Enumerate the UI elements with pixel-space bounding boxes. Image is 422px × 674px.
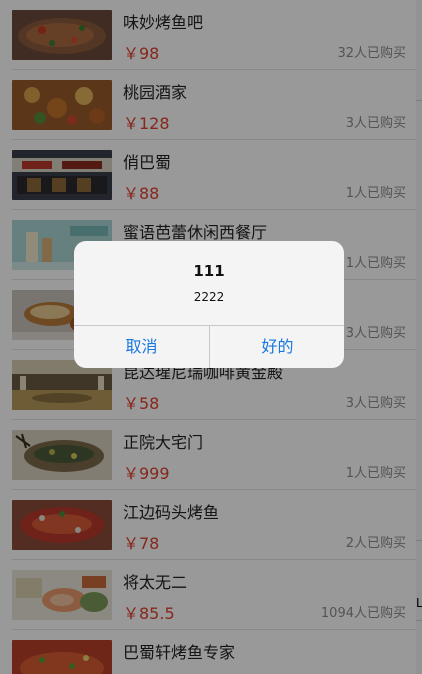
alert-dialog: 111 2222 取消 好的 bbox=[74, 241, 344, 368]
alert-title: 111 bbox=[193, 262, 225, 280]
alert-message: 2222 bbox=[193, 290, 225, 304]
ok-button[interactable]: 好的 bbox=[210, 326, 344, 368]
cancel-button[interactable]: 取消 bbox=[74, 326, 209, 368]
